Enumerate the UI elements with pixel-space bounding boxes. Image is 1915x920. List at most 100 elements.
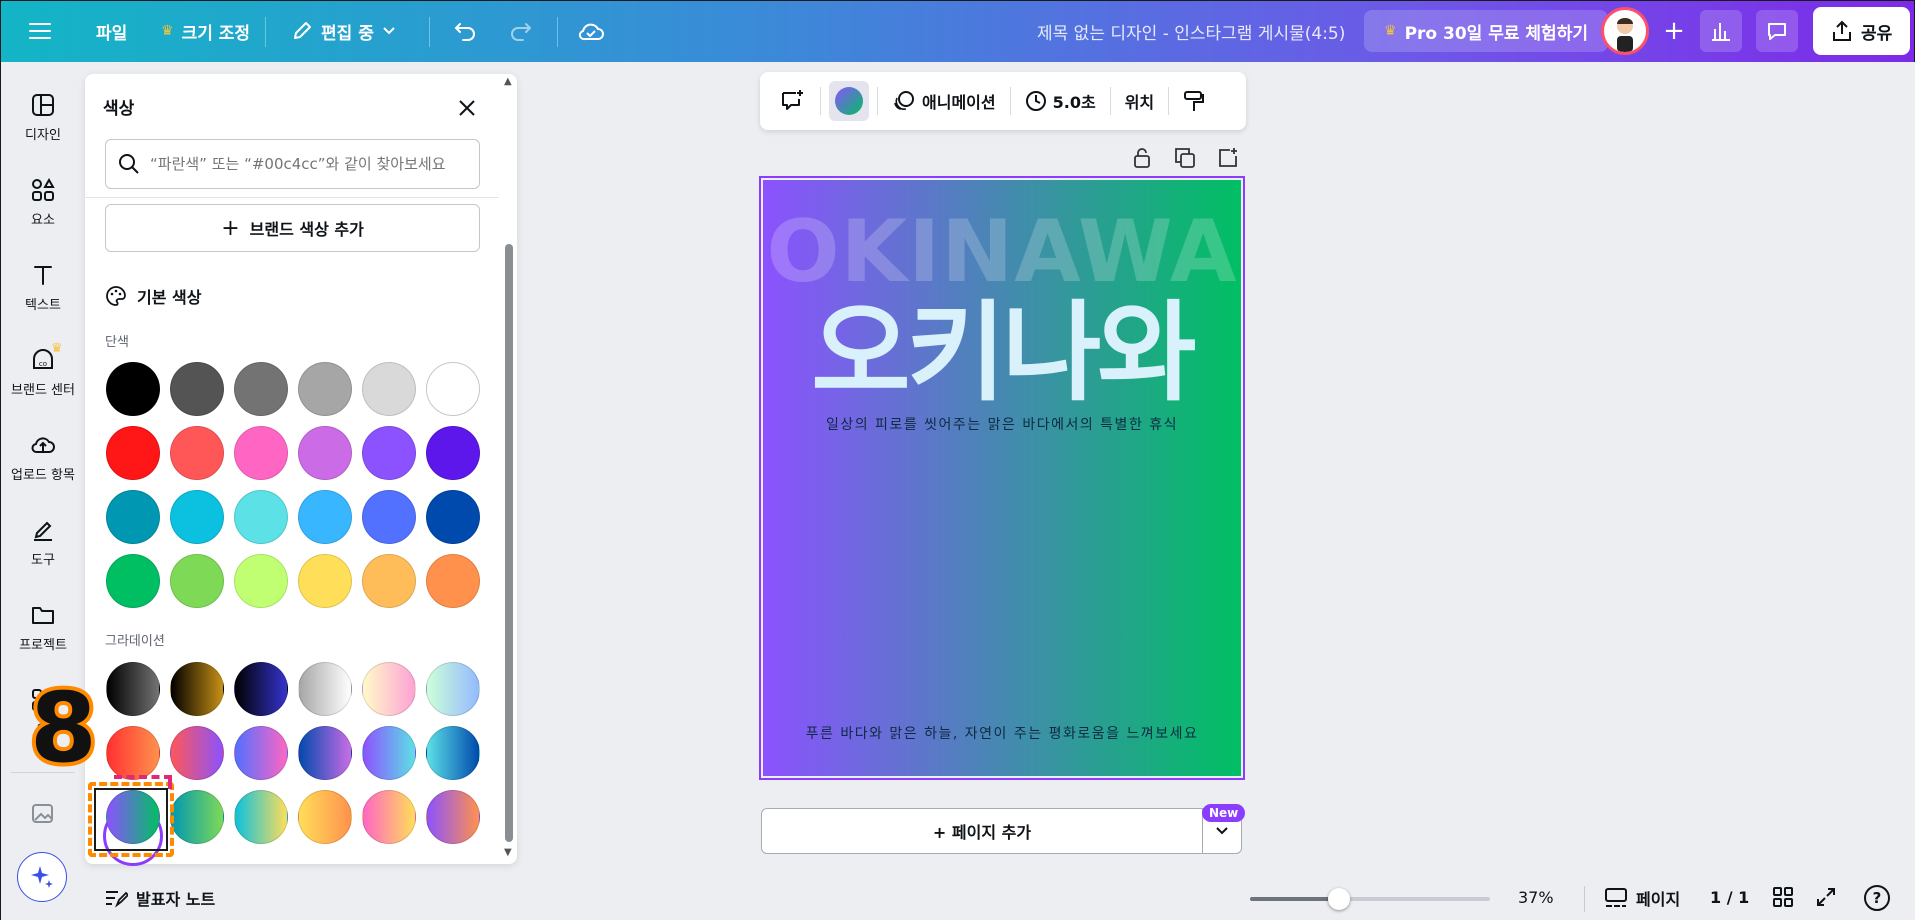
rail-item-magic-media[interactable]: [1, 800, 85, 832]
comment-add-button[interactable]: [772, 81, 812, 121]
color-swatch[interactable]: [298, 426, 352, 480]
gradient-swatch[interactable]: [106, 726, 160, 780]
subtitle-text[interactable]: 일상의 피로를 씻어주는 맑은 바다에서의 특별한 휴식: [763, 414, 1241, 434]
presenter-notes-button[interactable]: 발표자 노트: [104, 886, 215, 910]
color-search[interactable]: [105, 139, 480, 189]
avatar[interactable]: [1601, 7, 1649, 55]
redo-button[interactable]: [509, 11, 533, 51]
editing-mode-button[interactable]: 편집 중: [291, 11, 396, 51]
rail-item-text[interactable]: 텍스트: [1, 262, 85, 313]
gradient-swatch[interactable]: [298, 790, 352, 844]
lock-page-button[interactable]: [1130, 146, 1158, 174]
rail-item-tools[interactable]: 도구: [1, 517, 85, 568]
redo-icon: [511, 23, 532, 41]
zoom-slider-handle[interactable]: [1327, 888, 1350, 910]
hamburger-icon: [29, 23, 51, 39]
color-swatch[interactable]: [106, 554, 160, 608]
rail-item-uploads[interactable]: 업로드 항목: [1, 432, 85, 483]
color-swatch[interactable]: [170, 362, 224, 416]
title-text[interactable]: 오키나와: [763, 300, 1241, 408]
pro-trial-button[interactable]: ♛ Pro 30일 무료 체험하기: [1364, 10, 1608, 52]
gradient-swatch[interactable]: [426, 726, 480, 780]
gradient-swatch[interactable]: [234, 662, 288, 716]
gradient-swatch[interactable]: [106, 662, 160, 716]
duration-button[interactable]: 5.0초: [1019, 89, 1102, 113]
gradient-swatch[interactable]: [362, 790, 416, 844]
color-swatch[interactable]: [170, 490, 224, 544]
bg-word-text[interactable]: OKINAWA: [763, 202, 1241, 302]
gradient-swatch[interactable]: [106, 790, 160, 844]
color-panel: 색상 + 브랜드 색상 추가 기본 색상 단색 그라데이션 ▲ ▼: [85, 74, 517, 866]
scrollbar-thumb[interactable]: [505, 244, 513, 842]
invite-button[interactable]: +: [1653, 10, 1695, 52]
color-swatch[interactable]: [362, 362, 416, 416]
layout-icon: [32, 94, 54, 116]
position-button[interactable]: 위치: [1119, 89, 1160, 113]
save-status-button[interactable]: [577, 11, 605, 51]
fill-color-button[interactable]: [829, 81, 869, 121]
gradient-swatch[interactable]: [170, 790, 224, 844]
notes-icon: [106, 891, 128, 908]
magic-assistant-button[interactable]: [17, 852, 67, 902]
rail-item-elements[interactable]: 요소: [1, 177, 85, 228]
gradient-swatch[interactable]: [298, 726, 352, 780]
panel-scrollbar[interactable]: ▲ ▼: [501, 74, 517, 864]
bottom-text[interactable]: 푸른 바다와 맑은 하늘, 자연이 주는 평화로움을 느껴보세요: [763, 723, 1241, 743]
color-swatch[interactable]: [426, 362, 480, 416]
menu-button[interactable]: [29, 11, 51, 51]
color-swatch[interactable]: [298, 554, 352, 608]
gradient-swatch[interactable]: [170, 726, 224, 780]
color-swatch[interactable]: [234, 554, 288, 608]
color-swatch[interactable]: [362, 554, 416, 608]
gradient-swatch[interactable]: [170, 662, 224, 716]
color-swatch[interactable]: [234, 362, 288, 416]
color-swatch[interactable]: [426, 426, 480, 480]
gradient-swatch[interactable]: [234, 726, 288, 780]
color-swatch[interactable]: [426, 554, 480, 608]
add-page-icon-button[interactable]: [1216, 146, 1244, 174]
help-button[interactable]: ?: [1864, 885, 1890, 911]
close-button[interactable]: [451, 92, 483, 124]
gradient-swatch[interactable]: [298, 662, 352, 716]
copy-style-button[interactable]: [1177, 81, 1211, 121]
color-swatch[interactable]: [106, 490, 160, 544]
grid-view-button[interactable]: [1772, 886, 1794, 912]
color-swatch[interactable]: [106, 362, 160, 416]
share-button[interactable]: 공유: [1813, 7, 1911, 55]
color-swatch[interactable]: [362, 426, 416, 480]
gradient-swatch[interactable]: [426, 790, 480, 844]
comments-button[interactable]: [1756, 10, 1798, 52]
gradient-swatch[interactable]: [426, 662, 480, 716]
search-input[interactable]: [150, 155, 470, 173]
color-swatch[interactable]: [170, 426, 224, 480]
gradient-swatch[interactable]: [362, 662, 416, 716]
design-page[interactable]: OKINAWA 오키나와 일상의 피로를 씻어주는 맑은 바다에서의 특별한 휴…: [763, 180, 1241, 776]
gradient-swatch[interactable]: [234, 790, 288, 844]
rail-item-design[interactable]: 디자인: [1, 92, 85, 143]
color-swatch[interactable]: [234, 490, 288, 544]
insights-button[interactable]: [1700, 10, 1742, 52]
duplicate-page-button[interactable]: [1173, 146, 1201, 174]
color-swatch[interactable]: [106, 426, 160, 480]
document-title[interactable]: 제목 없는 디자인 - 인스타그램 게시물(4:5): [1037, 11, 1345, 51]
zoom-slider[interactable]: [1250, 888, 1490, 910]
resize-button[interactable]: ♛ 크기 조정: [161, 11, 250, 51]
add-page-button[interactable]: + 페이지 추가: [761, 808, 1203, 854]
fullscreen-button[interactable]: [1815, 886, 1837, 912]
add-brand-color-button[interactable]: + 브랜드 색상 추가: [105, 204, 480, 252]
color-swatch[interactable]: [298, 490, 352, 544]
zoom-level[interactable]: 37%: [1518, 888, 1554, 907]
color-swatch[interactable]: [426, 490, 480, 544]
file-menu[interactable]: 파일: [96, 11, 127, 51]
gradient-swatch[interactable]: [362, 726, 416, 780]
color-swatch[interactable]: [170, 554, 224, 608]
color-swatch[interactable]: [362, 490, 416, 544]
undo-button[interactable]: [453, 11, 477, 51]
rail-item-projects[interactable]: 프로젝트: [1, 602, 85, 653]
color-swatch[interactable]: [234, 426, 288, 480]
pages-button[interactable]: 페이지: [1604, 886, 1680, 910]
design-page-selection[interactable]: OKINAWA 오키나와 일상의 피로를 씻어주는 맑은 바다에서의 특별한 휴…: [759, 176, 1245, 780]
animate-button[interactable]: 애니메이션: [886, 89, 1002, 113]
color-swatch[interactable]: [298, 362, 352, 416]
rail-item-brand[interactable]: ♛ co 브랜드 센터: [1, 341, 85, 398]
